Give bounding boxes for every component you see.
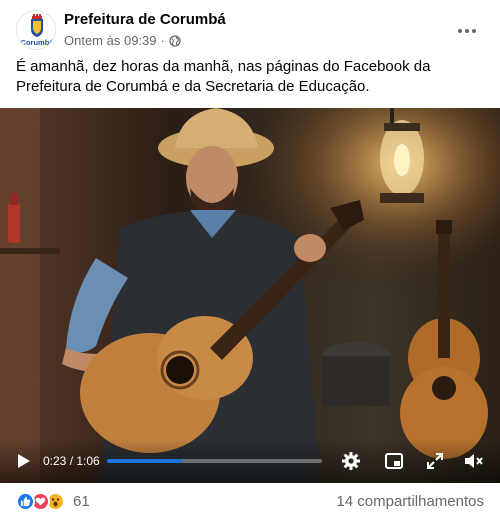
post-meta: Ontem às 09:39 · bbox=[64, 33, 181, 48]
page-name[interactable]: Prefeitura de Corumbá bbox=[64, 11, 226, 28]
post-timestamp[interactable]: Ontem às 09:39 bbox=[64, 33, 157, 48]
feed-post: Corumbá Prefeitura de Corumbá Ontem às 0… bbox=[0, 0, 500, 520]
mute-icon[interactable] bbox=[462, 450, 484, 472]
fullscreen-icon[interactable] bbox=[424, 450, 446, 472]
post-caption: É amanhã, dez horas da manhã, nas página… bbox=[16, 58, 431, 95]
avatar[interactable]: Corumbá bbox=[16, 10, 56, 50]
gear-icon[interactable] bbox=[340, 450, 362, 472]
meta-separator: · bbox=[160, 33, 165, 48]
like-icon bbox=[16, 492, 35, 511]
video-player[interactable]: 0:23 / 1:06 bbox=[0, 108, 500, 483]
post-footer: 61 14 compartilhamentos bbox=[16, 490, 484, 514]
miniplayer-icon[interactable] bbox=[383, 450, 405, 472]
play-icon[interactable] bbox=[12, 450, 34, 472]
progress-fill bbox=[107, 459, 182, 463]
video-frame bbox=[0, 108, 500, 483]
reactions-summary[interactable]: 61 bbox=[16, 492, 90, 511]
reaction-count: 61 bbox=[73, 493, 90, 510]
shares-count[interactable]: 14 compartilhamentos bbox=[336, 493, 484, 510]
crest-logo: Corumbá bbox=[17, 11, 55, 49]
video-time: 0:23 / 1:06 bbox=[43, 454, 100, 468]
ellipsis-icon[interactable] bbox=[452, 16, 482, 46]
globe-icon[interactable] bbox=[169, 34, 181, 47]
post-header: Corumbá Prefeitura de Corumbá Ontem às 0… bbox=[16, 10, 484, 54]
video-controls: 0:23 / 1:06 bbox=[0, 439, 500, 483]
avatar-wordmark: Corumbá bbox=[21, 38, 55, 47]
progress-bar[interactable] bbox=[107, 459, 322, 463]
